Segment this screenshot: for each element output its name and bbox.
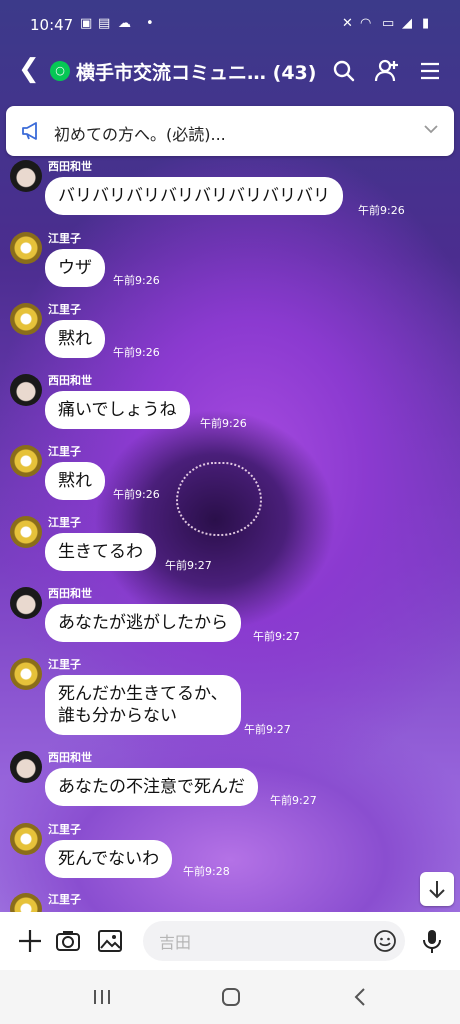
scroll-to-bottom-button[interactable] bbox=[420, 872, 454, 906]
message-bubble[interactable]: 死んでないわ bbox=[45, 840, 173, 878]
message-line: 誰も分からない bbox=[58, 706, 177, 726]
sim-notification-icon: ▤ bbox=[98, 16, 111, 31]
avatar[interactable] bbox=[10, 751, 42, 783]
system-navigation-bar bbox=[0, 970, 460, 1024]
sender-name: 江里子 bbox=[48, 232, 81, 245]
sender-name: 江里子 bbox=[48, 893, 81, 906]
avatar[interactable] bbox=[10, 303, 42, 335]
avatar[interactable] bbox=[10, 516, 42, 548]
volte-icon: ▭ bbox=[382, 16, 395, 31]
avatar[interactable] bbox=[10, 160, 42, 192]
camera-icon[interactable] bbox=[55, 928, 81, 954]
gallery-notification-icon: ▣ bbox=[80, 16, 93, 31]
mute-icon: ✕ bbox=[342, 16, 353, 31]
chat-header: ❮ ○ 横手市交流コミュニ… (43) bbox=[0, 52, 460, 92]
sender-name: 西田和世 bbox=[48, 374, 92, 387]
message-input-bar bbox=[0, 912, 460, 970]
message-time: 午前9:27 bbox=[165, 559, 212, 572]
group-badge-icon: ○ bbox=[50, 61, 70, 81]
microphone-icon[interactable] bbox=[420, 928, 444, 954]
home-icon[interactable] bbox=[221, 987, 241, 1007]
message-time: 午前9:26 bbox=[113, 488, 160, 501]
date-separator: 今日 bbox=[202, 110, 258, 130]
signal-icon: ◢ bbox=[402, 16, 412, 31]
message-bubble[interactable]: ウザ bbox=[45, 249, 105, 287]
status-time: 10:47 bbox=[30, 16, 74, 34]
message-time: 午前9:27 bbox=[253, 630, 300, 643]
message-bubble[interactable]: 生きてるわ bbox=[45, 533, 156, 571]
announcement-text: 初めての方へ。(必読)... bbox=[54, 125, 226, 144]
image-icon[interactable] bbox=[97, 928, 123, 954]
message-bubble[interactable]: バリバリバリバリバリバリバリバリ bbox=[45, 177, 343, 215]
message-time: 午前9:27 bbox=[244, 723, 291, 736]
wifi-icon: ◠ bbox=[360, 16, 372, 31]
cloud-notification-icon: ☁ bbox=[118, 16, 131, 31]
back-nav-icon[interactable] bbox=[352, 987, 368, 1007]
avatar[interactable] bbox=[10, 374, 42, 406]
back-arrow-icon[interactable]: ❮ bbox=[18, 54, 40, 84]
arrow-down-icon bbox=[429, 881, 445, 899]
sender-name: 江里子 bbox=[48, 516, 81, 529]
search-icon[interactable] bbox=[331, 58, 357, 84]
message-bubble[interactable]: 黙れ bbox=[45, 462, 105, 500]
avatar[interactable] bbox=[10, 658, 42, 690]
message-time: 午前9:28 bbox=[183, 865, 230, 878]
message-input[interactable] bbox=[157, 929, 361, 955]
menu-icon[interactable] bbox=[417, 58, 443, 84]
message-line: 死んだか生きてるか、 bbox=[58, 684, 228, 704]
heart-light-decoration bbox=[176, 462, 262, 536]
avatar[interactable] bbox=[10, 445, 42, 477]
message-time: 午前9:26 bbox=[358, 204, 405, 217]
sender-name: 江里子 bbox=[48, 823, 81, 836]
message-time: 午前9:26 bbox=[113, 274, 160, 287]
sender-name: 江里子 bbox=[48, 445, 81, 458]
message-time: 午前9:27 bbox=[270, 794, 317, 807]
status-bar: 10:47 ▣ ▤ ☁ • ✕ ◠ ▭ ◢ ▮ bbox=[0, 0, 460, 52]
megaphone-icon bbox=[22, 122, 37, 140]
emoji-icon[interactable] bbox=[373, 929, 397, 953]
message-bubble[interactable]: あなたが逃がしたから bbox=[45, 604, 241, 642]
message-bubble[interactable]: 痛いでしょうね bbox=[45, 391, 190, 429]
message-time: 午前9:26 bbox=[200, 417, 247, 430]
avatar[interactable] bbox=[10, 232, 42, 264]
sender-name: 西田和世 bbox=[48, 587, 92, 600]
avatar[interactable] bbox=[10, 587, 42, 619]
chevron-down-icon[interactable] bbox=[422, 120, 440, 138]
member-count: (43) bbox=[272, 62, 317, 84]
message-bubble[interactable]: 黙れ bbox=[45, 320, 105, 358]
status-dot: • bbox=[146, 16, 154, 31]
sender-name: 西田和世 bbox=[48, 160, 92, 173]
recent-apps-icon[interactable] bbox=[92, 988, 112, 1006]
avatar[interactable] bbox=[10, 823, 42, 855]
message-field-container bbox=[143, 921, 405, 961]
message-time: 午前9:26 bbox=[113, 346, 160, 359]
sender-name: 江里子 bbox=[48, 303, 81, 316]
sender-name: 江里子 bbox=[48, 658, 81, 671]
sender-name: 西田和世 bbox=[48, 751, 92, 764]
plus-icon[interactable] bbox=[17, 928, 43, 954]
add-friend-icon[interactable] bbox=[374, 58, 400, 84]
group-title[interactable]: 横手市交流コミュニ… (43) bbox=[76, 58, 316, 85]
message-bubble[interactable]: 死んだか生きてるか、 誰も分からない bbox=[45, 675, 241, 735]
battery-icon: ▮ bbox=[422, 16, 430, 31]
message-bubble[interactable]: あなたの不注意で死んだ bbox=[45, 768, 258, 806]
